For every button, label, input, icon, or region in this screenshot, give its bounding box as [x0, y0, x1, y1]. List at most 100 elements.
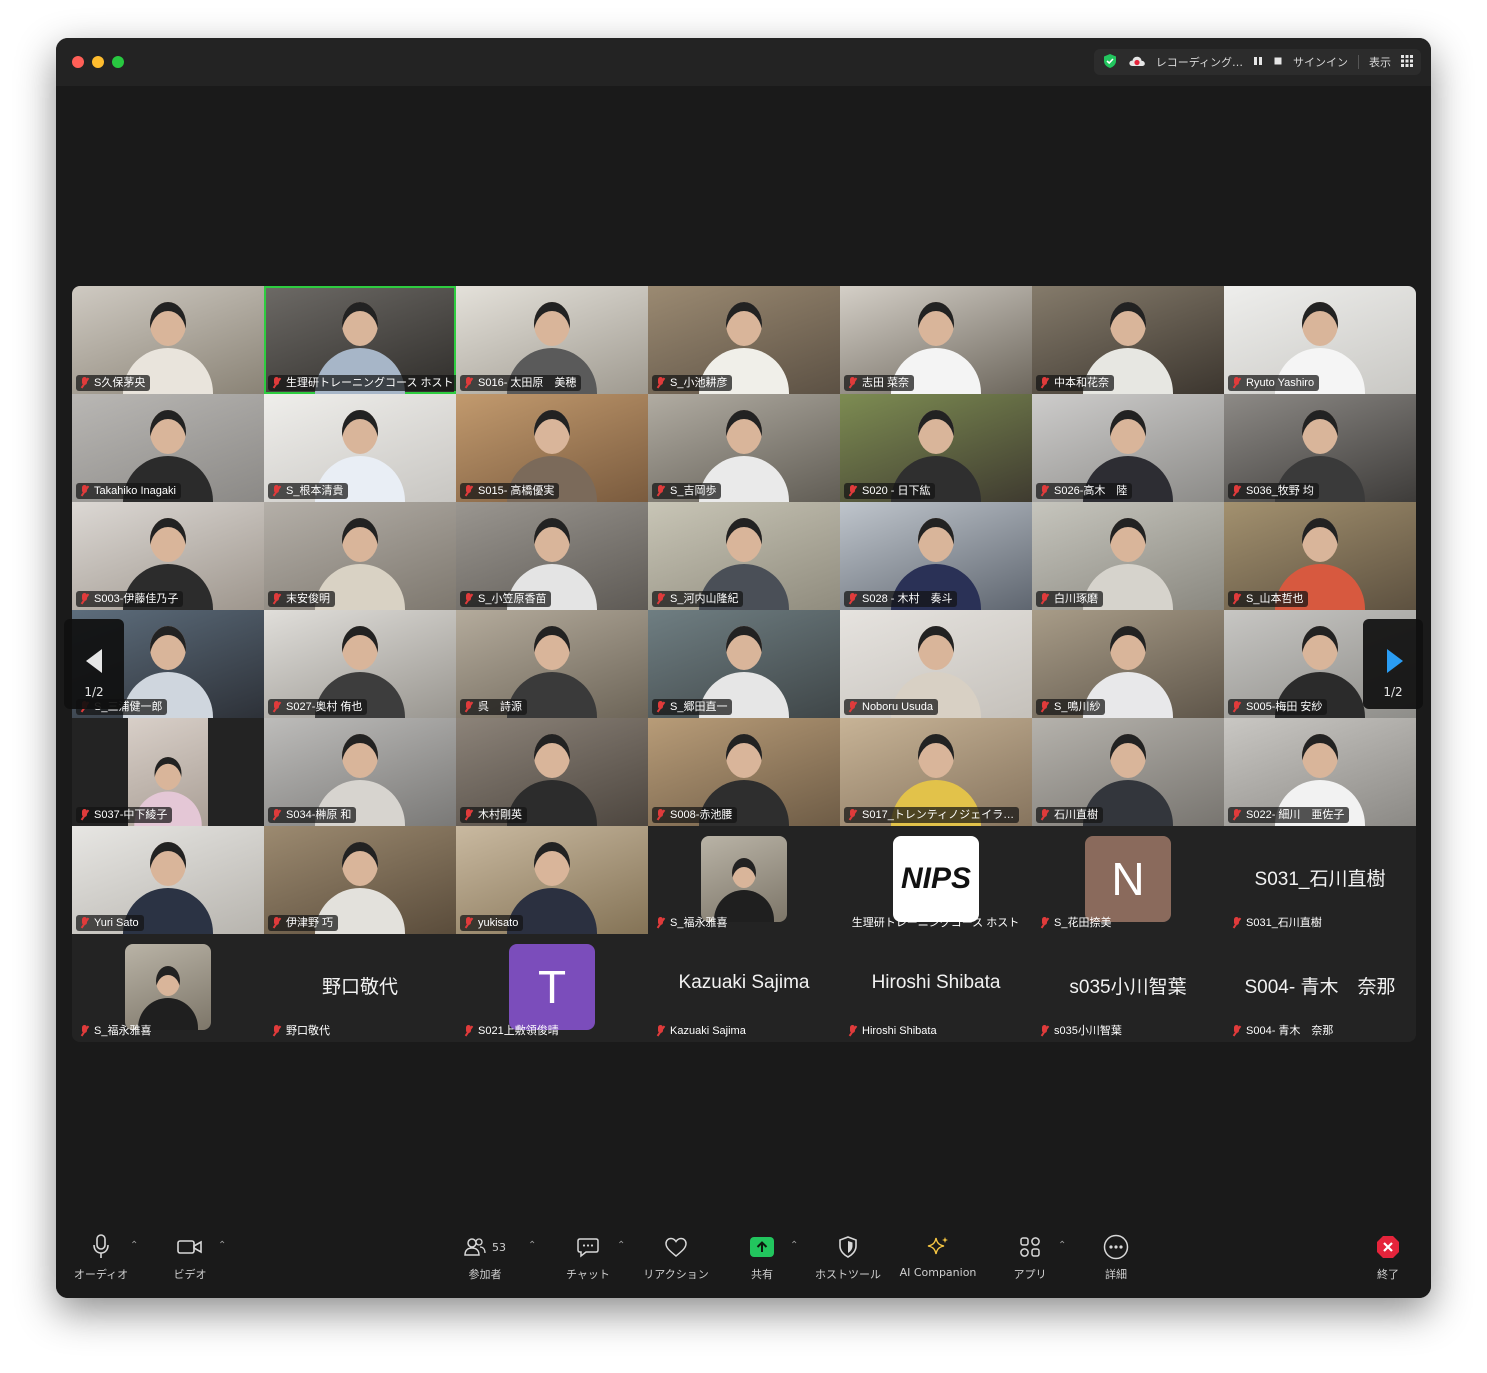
participant-name-tag: 木村剛英 — [460, 807, 527, 823]
participant-name-tag: 伊津野 巧 — [268, 915, 339, 931]
participant-tile[interactable]: S026-高木 陸 — [1032, 394, 1224, 502]
more-button[interactable]: 詳細 — [1096, 1232, 1136, 1282]
more-dots-icon — [1103, 1234, 1129, 1260]
participant-tile[interactable]: yukisato — [456, 826, 648, 934]
signin-button[interactable]: サインイン — [1293, 54, 1348, 70]
participant-tile[interactable]: N S_花田捺美 — [1032, 826, 1224, 934]
audio-options-chevron-icon[interactable]: ⌃ — [130, 1240, 138, 1251]
participant-name-tag: S_小笠原香苗 — [460, 591, 552, 607]
participant-tile[interactable]: T S021上敷領俊晴 — [456, 934, 648, 1042]
participant-tile[interactable]: S_鳴川紗 — [1032, 610, 1224, 718]
participant-name-tag: S034-榊原 和 — [268, 807, 357, 823]
participant-tile[interactable]: S久保茅央 — [72, 286, 264, 394]
participant-name: S004- 青木 奈那 — [1246, 1025, 1334, 1037]
participant-tile[interactable]: S031_石川直樹 S031_石川直樹 — [1224, 826, 1416, 934]
muted-mic-icon — [1040, 809, 1049, 821]
video-button[interactable]: ビデオ — [160, 1232, 220, 1282]
participant-tile[interactable]: S015- 高橋優実 — [456, 394, 648, 502]
grid-view-icon[interactable] — [1401, 54, 1413, 70]
participant-tile[interactable]: Hiroshi Shibata Hiroshi Shibata — [840, 934, 1032, 1042]
video-options-chevron-icon[interactable]: ⌃ — [218, 1240, 226, 1251]
participant-tile[interactable]: S037-中下綾子 — [72, 718, 264, 826]
muted-mic-icon — [656, 1025, 665, 1037]
end-meeting-button[interactable]: 終了 — [1368, 1232, 1408, 1282]
participant-name: 呉 詩源 — [478, 701, 522, 713]
apps-button[interactable]: アプリ — [1010, 1232, 1050, 1282]
participant-name-tag: Yuri Sato — [76, 915, 144, 931]
participant-name-tag: 志田 菜奈 — [844, 375, 915, 391]
participant-tile[interactable]: S003-伊藤佳乃子 — [72, 502, 264, 610]
view-button[interactable]: 表示 — [1369, 54, 1391, 70]
pause-recording-icon[interactable] — [1253, 56, 1263, 69]
participant-tile[interactable]: 末安俊明 — [264, 502, 456, 610]
participant-name: 伊津野 巧 — [286, 917, 334, 929]
participant-tile[interactable]: s035小川智葉 s035小川智葉 — [1032, 934, 1224, 1042]
participant-tile[interactable]: S017_トレンティノジェイラ… — [840, 718, 1032, 826]
participant-tile[interactable]: S_根本清貴 — [264, 394, 456, 502]
participant-tile[interactable]: 生理研トレーニングコース ホスト — [264, 286, 456, 394]
participant-name-tag: s035小川智葉 — [1036, 1023, 1127, 1039]
participant-name: S034-榊原 和 — [286, 809, 352, 821]
participant-tile[interactable]: S_福永雅喜 — [648, 826, 840, 934]
participant-tile[interactable]: Yuri Sato — [72, 826, 264, 934]
participant-tile[interactable]: 野口敬代 野口敬代 — [264, 934, 456, 1042]
participant-tile[interactable]: 呉 詩源 — [456, 610, 648, 718]
participant-tile[interactable]: S_福永雅喜 — [72, 934, 264, 1042]
participant-tile[interactable]: 伊津野 巧 — [264, 826, 456, 934]
participant-tile[interactable]: S020 - 日下紘 — [840, 394, 1032, 502]
participant-name-tag: S004- 青木 奈那 — [1228, 1023, 1338, 1039]
participant-tile[interactable]: Takahiko Inagaki — [72, 394, 264, 502]
participant-tile[interactable]: S027-奥村 侑也 — [264, 610, 456, 718]
prev-page-button[interactable]: 1/2 — [64, 619, 124, 709]
muted-mic-icon — [272, 1025, 281, 1037]
share-button[interactable]: 共有 — [744, 1232, 780, 1282]
participant-name-tag: S_花田捺美 — [1036, 915, 1116, 931]
participant-name-tag: 石川直樹 — [1036, 807, 1103, 823]
minimize-window-button[interactable] — [92, 56, 104, 68]
chat-button[interactable]: チャット — [558, 1232, 618, 1282]
participant-tile[interactable]: 志田 菜奈 — [840, 286, 1032, 394]
participant-tile[interactable]: NIPS 生理研トレーニングコース ホスト — [840, 826, 1032, 934]
close-window-button[interactable] — [72, 56, 84, 68]
next-page-button[interactable]: 1/2 — [1363, 619, 1423, 709]
participant-name: Hiroshi Shibata — [862, 1025, 937, 1037]
muted-mic-icon — [272, 701, 281, 713]
maximize-window-button[interactable] — [112, 56, 124, 68]
participant-tile[interactable]: S036_牧野 均 — [1224, 394, 1416, 502]
participant-tile[interactable]: S_山本哲也 — [1224, 502, 1416, 610]
participant-tile[interactable]: S028 - 木村 奏斗 — [840, 502, 1032, 610]
participant-name-tag: 中本和花奈 — [1036, 375, 1114, 391]
participant-tile[interactable]: S_河内山隆紀 — [648, 502, 840, 610]
security-shield-icon[interactable] — [1102, 53, 1118, 72]
host-tools-button[interactable]: ホストツール — [810, 1232, 886, 1282]
participant-tile[interactable]: S_吉岡歩 — [648, 394, 840, 502]
ai-companion-button[interactable]: AI Companion — [896, 1232, 980, 1279]
stop-recording-icon[interactable] — [1273, 56, 1283, 69]
participant-tile[interactable]: 中本和花奈 — [1032, 286, 1224, 394]
participant-tile[interactable]: 石川直樹 — [1032, 718, 1224, 826]
participant-tile[interactable]: Kazuaki Sajima Kazuaki Sajima — [648, 934, 840, 1042]
participant-tile[interactable]: Noboru Usuda — [840, 610, 1032, 718]
chat-options-chevron-icon[interactable]: ⌃ — [617, 1240, 625, 1251]
participant-tile[interactable]: S_小笠原香苗 — [456, 502, 648, 610]
participant-name-tag: S_根本清貴 — [268, 483, 349, 499]
participant-tile[interactable]: S_小池耕彦 — [648, 286, 840, 394]
reactions-button[interactable]: リアクション — [640, 1232, 712, 1282]
participant-tile[interactable]: Ryuto Yashiro — [1224, 286, 1416, 394]
participant-display-name: Kazuaki Sajima — [678, 972, 810, 993]
participant-tile[interactable]: 白川琢磨 — [1032, 502, 1224, 610]
participant-tile[interactable]: S022- 細川 亜佐子 — [1224, 718, 1416, 826]
participant-tile[interactable]: S_郷田直一 — [648, 610, 840, 718]
participant-tile[interactable]: S008-赤池腰 — [648, 718, 840, 826]
participants-button[interactable]: 53 参加者 — [460, 1232, 510, 1282]
participant-tile[interactable]: S004- 青木 奈那 S004- 青木 奈那 — [1224, 934, 1416, 1042]
share-options-chevron-icon[interactable]: ⌃ — [790, 1240, 798, 1251]
participant-tile[interactable]: S016- 太田原 美穂 — [456, 286, 648, 394]
participants-options-chevron-icon[interactable]: ⌃ — [528, 1240, 536, 1251]
audio-button[interactable]: オーディオ — [68, 1232, 134, 1282]
participant-tile[interactable]: S034-榊原 和 — [264, 718, 456, 826]
apps-options-chevron-icon[interactable]: ⌃ — [1058, 1240, 1066, 1251]
participant-name: 白川琢磨 — [1054, 593, 1098, 605]
participant-name: 生理研トレーニングコース ホスト — [286, 377, 454, 389]
participant-tile[interactable]: 木村剛英 — [456, 718, 648, 826]
